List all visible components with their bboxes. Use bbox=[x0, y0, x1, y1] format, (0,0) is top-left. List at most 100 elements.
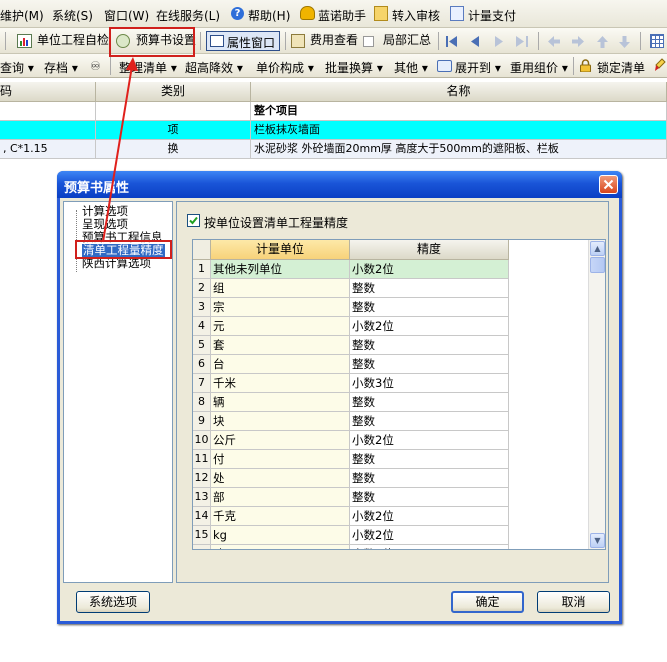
vertical-scrollbar[interactable]: ▲ ▼ bbox=[588, 240, 605, 549]
menu-lannuo-assistant[interactable]: 蓝诺助手 bbox=[318, 7, 366, 24]
precision-cell[interactable]: 小数2位 bbox=[350, 431, 509, 450]
menu-transfer-audit[interactable]: 转入审核 bbox=[392, 7, 440, 24]
precision-row[interactable]: 7 千米 小数3位 bbox=[193, 374, 589, 393]
grid-row-project[interactable]: 整个项目 bbox=[0, 102, 667, 121]
row-number[interactable]: 14 bbox=[193, 507, 211, 526]
precision-row[interactable]: 15 kg 小数2位 bbox=[193, 526, 589, 545]
cell-type[interactable]: 换 bbox=[96, 140, 251, 159]
row-number[interactable]: 12 bbox=[193, 469, 211, 488]
scroll-up-button[interactable]: ▲ bbox=[590, 241, 605, 256]
precision-cell[interactable]: 小数2位 bbox=[350, 526, 509, 545]
row-number[interactable]: 13 bbox=[193, 488, 211, 507]
move-right-icon[interactable] bbox=[572, 36, 584, 47]
cell-type[interactable]: 项 bbox=[96, 121, 251, 140]
move-up-icon[interactable] bbox=[597, 36, 608, 48]
cell-name[interactable]: 水泥砂浆 外砼墙面20mm厚 高度大于500mm的遮阳板、栏板 bbox=[251, 140, 667, 159]
precision-row[interactable]: 6 台整数 bbox=[193, 355, 589, 374]
archive-menu[interactable]: 存档 ▾ bbox=[44, 59, 78, 76]
first-icon[interactable] bbox=[446, 36, 458, 47]
precision-cell[interactable]: 整数 bbox=[350, 469, 509, 488]
row-number[interactable]: 16 bbox=[193, 545, 211, 549]
precision-row[interactable]: 16吨小数3位 bbox=[193, 545, 589, 549]
menu-help[interactable]: 帮助(H) bbox=[248, 7, 290, 24]
unit-cell[interactable]: kg bbox=[211, 526, 350, 545]
column-header-precision[interactable]: 精度 bbox=[350, 240, 509, 260]
precision-cell[interactable]: 小数2位 bbox=[350, 507, 509, 526]
overheight-efficiency-menu[interactable]: 超高降效 ▾ bbox=[185, 59, 243, 76]
cell-name[interactable]: 整个项目 bbox=[251, 102, 667, 121]
precision-cell[interactable]: 小数2位 bbox=[350, 317, 509, 336]
next-icon[interactable] bbox=[494, 36, 504, 47]
row-number[interactable]: 11 bbox=[193, 450, 211, 469]
precision-row[interactable]: 3 宗整数 bbox=[193, 298, 589, 317]
precision-cell[interactable]: 整数 bbox=[350, 279, 509, 298]
precision-cell[interactable]: 整数 bbox=[350, 336, 509, 355]
column-header-type[interactable]: 类别 bbox=[96, 82, 251, 102]
move-down-icon[interactable] bbox=[619, 36, 630, 48]
unit-cell[interactable]: 付 bbox=[211, 450, 350, 469]
calculator-icon[interactable] bbox=[650, 34, 664, 48]
precision-cell[interactable]: 整数 bbox=[350, 355, 509, 374]
precision-row[interactable]: 13 部整数 bbox=[193, 488, 589, 507]
reuse-pricing-menu[interactable]: 重用组价 ▾ bbox=[510, 59, 568, 76]
cell-code[interactable] bbox=[0, 121, 96, 140]
property-window-button[interactable]: 属性窗口 bbox=[206, 31, 280, 51]
precision-cell[interactable]: 整数 bbox=[350, 298, 509, 317]
cell-code[interactable] bbox=[0, 102, 96, 121]
unit-cell[interactable]: 千克 bbox=[211, 507, 350, 526]
unit-price-composition-menu[interactable]: 单价构成 ▾ bbox=[256, 59, 314, 76]
row-number[interactable]: 5 bbox=[193, 336, 211, 355]
precision-cell[interactable]: 小数2位 bbox=[350, 260, 509, 279]
scroll-thumb[interactable] bbox=[590, 257, 605, 273]
unit-cell[interactable]: 组 bbox=[211, 279, 350, 298]
unit-cell[interactable]: 公斤 bbox=[211, 431, 350, 450]
lock-list-button[interactable]: 锁定清单 bbox=[597, 59, 645, 76]
unit-cell[interactable]: 辆 bbox=[211, 393, 350, 412]
column-header-code[interactable]: 码 bbox=[0, 82, 96, 102]
row-number[interactable]: 1 bbox=[193, 260, 211, 279]
unit-cell[interactable]: 套 bbox=[211, 336, 350, 355]
precision-row[interactable]: 5 套整数 bbox=[193, 336, 589, 355]
precision-cell[interactable]: 整数 bbox=[350, 450, 509, 469]
move-left-icon[interactable] bbox=[548, 36, 560, 47]
precision-cell[interactable]: 整数 bbox=[350, 412, 509, 431]
menu-online-service[interactable]: 在线服务(L) bbox=[156, 7, 220, 24]
row-number[interactable]: 15 bbox=[193, 526, 211, 545]
precision-cell[interactable]: 小数3位 bbox=[350, 545, 509, 549]
precision-row[interactable]: 4 元小数2位 bbox=[193, 317, 589, 336]
unit-cell[interactable]: 宗 bbox=[211, 298, 350, 317]
grid-row-sub-item[interactable]: , C*1.15 换 水泥砂浆 外砼墙面20mm厚 高度大于500mm的遮阳板、… bbox=[0, 140, 667, 159]
precision-by-unit-label[interactable]: 按单位设置清单工程量精度 bbox=[204, 214, 348, 231]
fee-view-button[interactable]: 费用查看 bbox=[307, 31, 361, 50]
cell-code[interactable]: , C*1.15 bbox=[0, 140, 96, 159]
ok-button[interactable]: 确定 bbox=[451, 591, 524, 613]
row-number[interactable]: 9 bbox=[193, 412, 211, 431]
expand-to-menu[interactable]: 展开到 ▾ bbox=[455, 59, 501, 76]
precision-cell[interactable]: 整数 bbox=[350, 488, 509, 507]
organize-list-menu[interactable]: 整理清单 ▾ bbox=[119, 59, 177, 76]
menu-measure-payment[interactable]: 计量支付 bbox=[468, 7, 516, 24]
last-icon[interactable] bbox=[516, 36, 528, 47]
unit-check-button[interactable]: 单位工程自检 bbox=[34, 31, 112, 50]
other-menu[interactable]: 其他 ▾ bbox=[394, 59, 428, 76]
system-options-button[interactable]: 系统选项 bbox=[76, 591, 150, 613]
precision-by-unit-checkbox[interactable] bbox=[187, 214, 200, 227]
close-button[interactable] bbox=[599, 175, 618, 194]
row-number[interactable]: 8 bbox=[193, 393, 211, 412]
local-summary-label[interactable]: 局部汇总 bbox=[380, 31, 434, 50]
dialog-titlebar[interactable]: 预算书属性 bbox=[57, 171, 622, 198]
row-number[interactable]: 7 bbox=[193, 374, 211, 393]
precision-row[interactable]: 10 公斤 小数2位 bbox=[193, 431, 589, 450]
precision-row[interactable]: 1 其他未列单位 小数2位 bbox=[193, 260, 589, 279]
precision-row[interactable]: 12 处整数 bbox=[193, 469, 589, 488]
query-menu[interactable]: 查询 ▾ bbox=[0, 59, 34, 76]
row-number[interactable]: 10 bbox=[193, 431, 211, 450]
scroll-down-button[interactable]: ▼ bbox=[590, 533, 605, 548]
cell-type[interactable] bbox=[96, 102, 251, 121]
unit-cell[interactable]: 吨 bbox=[211, 545, 350, 549]
unit-cell[interactable]: 其他未列单位 bbox=[211, 260, 350, 279]
column-header-unit[interactable]: 计量单位 bbox=[211, 240, 350, 260]
menu-window[interactable]: 窗口(W) bbox=[104, 7, 149, 24]
unit-cell[interactable]: 台 bbox=[211, 355, 350, 374]
row-number[interactable]: 6 bbox=[193, 355, 211, 374]
